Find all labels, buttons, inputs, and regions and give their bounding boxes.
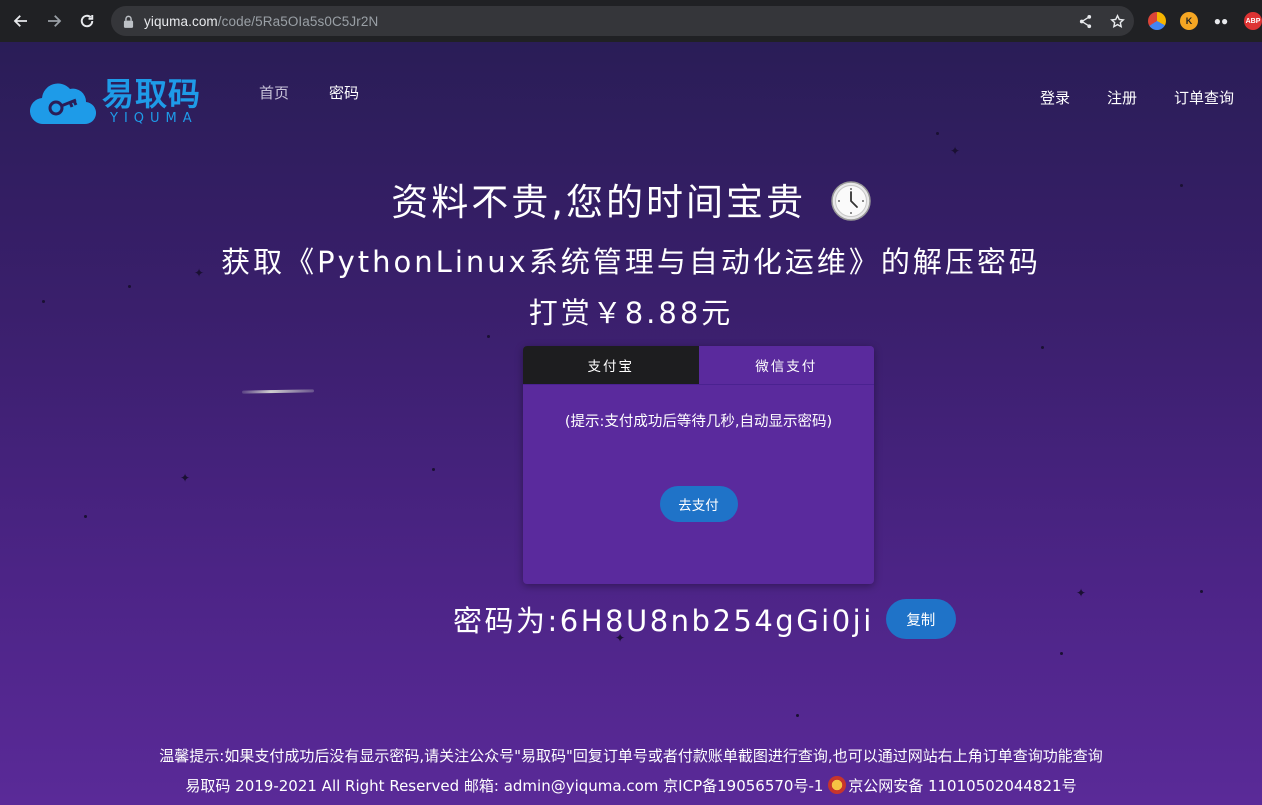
tab-alipay[interactable]: 支付宝 bbox=[523, 346, 699, 384]
headline-text: 资料不贵,您的时间宝贵 bbox=[391, 181, 806, 224]
footer-copyright-row: 易取码 2019-2021 All Right Reserved 邮箱: adm… bbox=[0, 775, 1262, 796]
star-dot bbox=[1041, 346, 1044, 349]
star-decoration: ✦ bbox=[950, 144, 961, 158]
share-icon[interactable] bbox=[1076, 11, 1094, 31]
url-text[interactable]: yiquma.com/code/5Ra5OIa5s0C5Jr2N bbox=[144, 14, 378, 29]
color-picker-extension-icon[interactable] bbox=[1148, 12, 1166, 30]
browser-toolbar: yiquma.com/code/5Ra5OIa5s0C5Jr2N K ●● AB… bbox=[0, 0, 1262, 42]
star-dot bbox=[1200, 590, 1203, 593]
nav-home[interactable]: 首页 bbox=[259, 82, 289, 103]
star-dot bbox=[432, 468, 435, 471]
star-dot bbox=[796, 714, 799, 717]
tab-wechat-pay[interactable]: 微信支付 bbox=[698, 346, 874, 384]
page-content: ✦ ✦ ✦ ✦ ✦ 易取码 YIQUMA 首页 密码 登录 注册 订单查询 资料… bbox=[0, 42, 1262, 805]
spy-extension-icon[interactable]: ●● bbox=[1212, 12, 1230, 30]
main-nav: 首页 密码 bbox=[259, 82, 399, 103]
reload-icon[interactable] bbox=[73, 7, 101, 35]
star-dot bbox=[1060, 652, 1063, 655]
payment-hint: (提示:支付成功后等待几秒,自动显示密码) bbox=[564, 414, 833, 430]
payment-tabs: 支付宝 微信支付 bbox=[523, 346, 874, 385]
url-host: yiquma.com bbox=[144, 13, 218, 29]
footer-police-record[interactable]: 京公网安备 11010502044821号 bbox=[848, 777, 1076, 795]
footer-notice: 温馨提示:如果支付成功后没有显示密码,请关注公众号"易取码"回复订单号或者付款账… bbox=[159, 747, 1103, 765]
page-headline: 资料不贵,您的时间宝贵 bbox=[0, 172, 1262, 226]
nav-password[interactable]: 密码 bbox=[329, 82, 359, 103]
order-query-link[interactable]: 订单查询 bbox=[1174, 87, 1234, 108]
police-badge-icon bbox=[828, 776, 847, 794]
go-pay-button[interactable]: 去支付 bbox=[659, 486, 738, 522]
forward-arrow-icon[interactable] bbox=[40, 7, 68, 35]
star-decoration: ✦ bbox=[1076, 586, 1087, 600]
password-text: 密码为:6H8U8nb254gGi0ji bbox=[453, 604, 874, 638]
lock-icon[interactable] bbox=[123, 14, 135, 28]
cloud-key-icon bbox=[30, 83, 96, 125]
register-link[interactable]: 注册 bbox=[1107, 87, 1137, 108]
shooting-star-decoration bbox=[241, 389, 315, 394]
star-decoration: ✦ bbox=[180, 471, 191, 485]
footer-copyright: 易取码 2019-2021 All Right Reserved 邮箱: adm… bbox=[185, 777, 824, 795]
copy-button[interactable]: 复制 bbox=[885, 599, 956, 639]
download-title: 获取《PythonLinux系统管理与自动化运维》的解压密码 bbox=[221, 245, 1041, 279]
adblock-plus-icon[interactable]: ABP bbox=[1244, 12, 1262, 30]
logo-subtitle: YIQUMA bbox=[110, 111, 198, 126]
site-logo[interactable]: 易取码 YIQUMA bbox=[30, 76, 201, 126]
star-dot bbox=[936, 132, 939, 135]
payment-panel: 支付宝 微信支付 (提示:支付成功后等待几秒,自动显示密码) 去支付 bbox=[523, 346, 874, 584]
star-dot bbox=[84, 515, 87, 518]
url-path: /code/5Ra5OIa5s0C5Jr2N bbox=[217, 13, 379, 29]
address-bar[interactable]: yiquma.com/code/5Ra5OIa5s0C5Jr2N bbox=[111, 6, 1134, 36]
password-row: 密码为:6H8U8nb254gGi0ji 复制 bbox=[453, 598, 956, 640]
back-arrow-icon[interactable] bbox=[7, 7, 35, 35]
bookmark-star-icon[interactable] bbox=[1108, 11, 1126, 31]
k-extension-icon[interactable]: K bbox=[1180, 12, 1198, 30]
user-nav: 登录 注册 订单查询 bbox=[1040, 87, 1234, 108]
star-dot bbox=[487, 335, 490, 338]
star-dot bbox=[128, 285, 131, 288]
login-link[interactable]: 登录 bbox=[1040, 87, 1070, 108]
logo-name: 易取码 bbox=[102, 75, 202, 113]
price-label: 打赏￥8.88元 bbox=[528, 296, 734, 330]
clock-icon bbox=[831, 180, 871, 221]
